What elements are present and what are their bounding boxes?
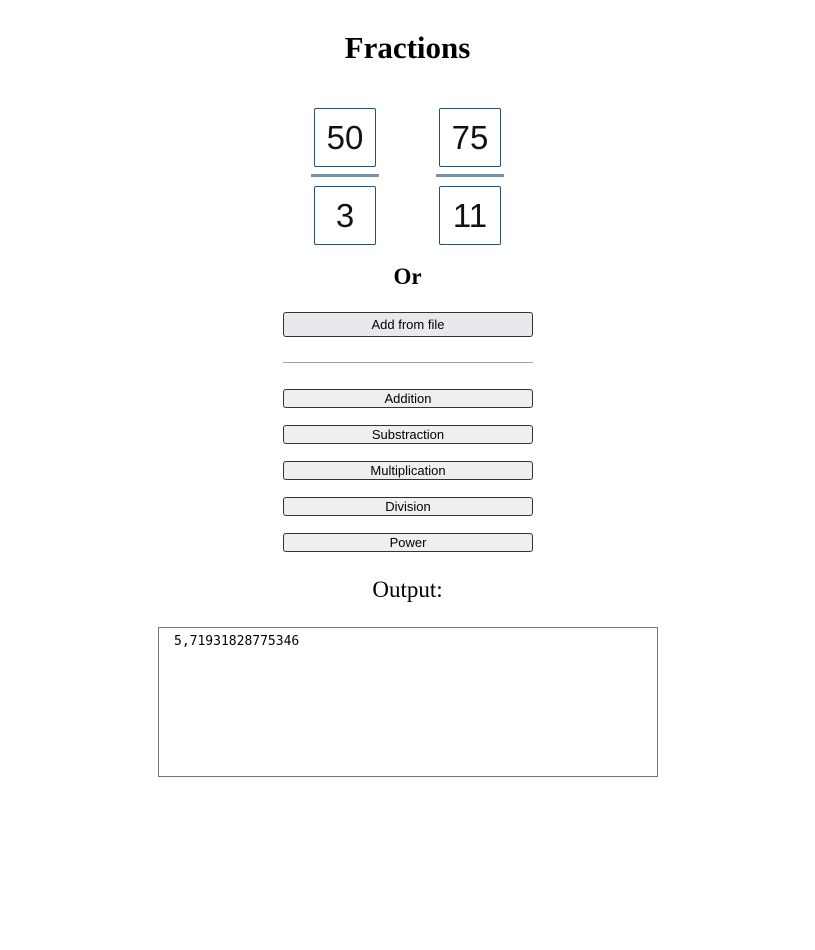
fraction-2: 75 11: [436, 108, 504, 245]
fraction-2-denominator-input[interactable]: 11: [439, 186, 501, 245]
fraction-2-bar: [436, 174, 504, 177]
power-button[interactable]: Power: [283, 533, 533, 552]
addition-button[interactable]: Addition: [283, 389, 533, 408]
divider: [283, 362, 533, 363]
substraction-button[interactable]: Substraction: [283, 425, 533, 444]
fraction-1: 50 3: [311, 108, 379, 245]
add-from-file-button[interactable]: Add from file: [283, 312, 533, 337]
or-label: Or: [393, 264, 422, 289]
multiplication-button[interactable]: Multiplication: [283, 461, 533, 480]
page-title: Fractions: [344, 30, 471, 65]
output-label: Output:: [372, 577, 443, 602]
fraction-2-numerator-input[interactable]: 75: [439, 108, 501, 167]
fraction-1-numerator-input[interactable]: 50: [314, 108, 376, 167]
fraction-1-denominator-input[interactable]: 3: [314, 186, 376, 245]
fraction-1-bar: [311, 174, 379, 177]
output-textarea[interactable]: 5,71931828775346: [158, 627, 658, 777]
division-button[interactable]: Division: [283, 497, 533, 516]
